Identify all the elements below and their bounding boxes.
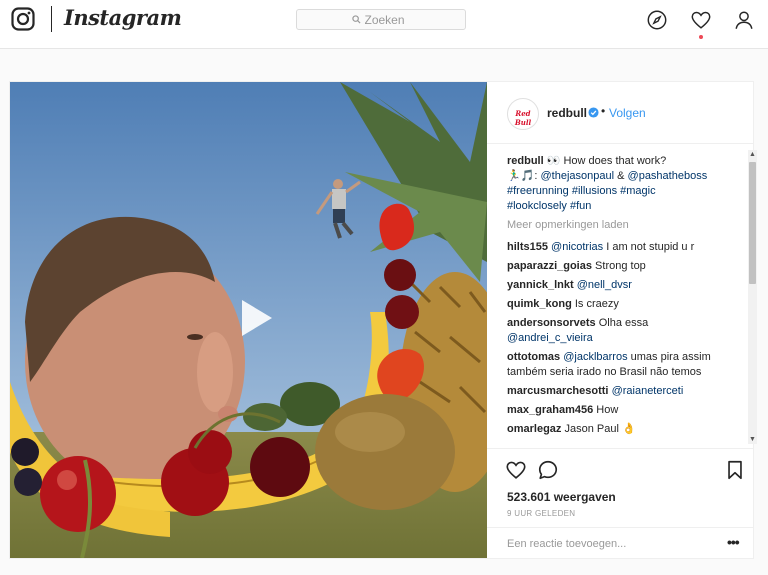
follow-button[interactable]: Volgen	[609, 106, 646, 120]
comment-mention[interactable]: @nell_dvsr	[577, 279, 632, 291]
add-comment-section: •••	[487, 527, 753, 560]
verified-badge-icon	[588, 107, 599, 118]
scroll-up-arrow-icon[interactable]: ▲	[748, 150, 757, 159]
post-sidebar: Red Bull redbull • Volgen redbull 👀 How …	[487, 82, 757, 559]
comment: hilts155 @nicotrias I am not stupid u r	[507, 240, 733, 255]
comment-text: Olha essa	[598, 317, 649, 329]
avatar[interactable]: Red Bull	[507, 98, 539, 130]
logo-divider	[51, 6, 52, 32]
bookmark-icon[interactable]	[724, 459, 746, 481]
search-icon	[351, 15, 361, 24]
comment-bubble-icon[interactable]	[537, 459, 559, 481]
header-separator: •	[601, 104, 606, 118]
compass-icon[interactable]	[646, 9, 668, 31]
hashtag[interactable]: #freerunning	[507, 185, 569, 197]
comment-text: I am not stupid u r	[603, 241, 695, 253]
comment-username[interactable]: ottotomas	[507, 351, 560, 363]
comment-username[interactable]: andersonsorvets	[507, 317, 596, 329]
comment-username[interactable]: marcusmarchesotti	[507, 385, 609, 397]
profile-icon[interactable]	[733, 9, 755, 31]
post-video[interactable]	[10, 82, 487, 558]
heart-icon[interactable]	[690, 9, 712, 31]
caption-amp: &	[614, 170, 628, 182]
instagram-glyph-icon[interactable]	[11, 7, 35, 31]
comment-mention[interactable]: @jacklbarros	[563, 351, 627, 363]
play-button-icon[interactable]	[226, 292, 278, 344]
comment-username[interactable]: omarlegaz	[507, 423, 561, 435]
post-actions: 523.601 weergaven 9 UUR GELEDEN •••	[487, 448, 753, 559]
avatar-logo-text: Red Bull	[514, 109, 532, 127]
hashtag[interactable]: #fun	[570, 200, 591, 212]
comment-text: Strong top	[595, 260, 646, 272]
scroll-down-arrow-icon[interactable]: ▼	[748, 435, 757, 444]
comment-username[interactable]: yannick_lnkt	[507, 279, 574, 291]
comment-text: How	[596, 404, 619, 416]
caption: redbull 👀 How does that work? 🏃‍♂️🎵: @th…	[507, 154, 733, 214]
comment-mention[interactable]: @raianeterceti	[612, 385, 684, 397]
instagram-wordmark[interactable]: Instagram	[64, 5, 182, 30]
comment-text: Is craezy	[574, 298, 619, 310]
comments-scrollbar[interactable]: ▲ ▼	[748, 150, 757, 444]
like-heart-icon[interactable]	[505, 459, 527, 481]
comment-username[interactable]: paparazzi_goias	[507, 260, 592, 272]
hashtag[interactable]: #lookclosely	[507, 200, 567, 212]
comment: andersonsorvets Olha essa @andrei_c_viei…	[507, 316, 733, 346]
comment-username[interactable]: max_graham456	[507, 404, 593, 416]
notification-dot	[699, 35, 703, 39]
comment: paparazzi_goias Strong top	[507, 259, 733, 274]
add-comment-input[interactable]	[507, 536, 707, 552]
scrollbar-thumb[interactable]	[749, 162, 756, 284]
search-box[interactable]	[296, 9, 466, 30]
caption-text: 👀 How does that work?	[546, 155, 667, 167]
comment: omarlegaz Jason Paul 👌	[507, 422, 733, 437]
comment: yannick_lnkt @nell_dvsr	[507, 278, 733, 293]
header-username[interactable]: redbull	[547, 106, 587, 120]
view-count[interactable]: 523.601 weergaven	[507, 490, 616, 504]
caption-username[interactable]: redbull	[507, 155, 544, 167]
hashtag[interactable]: #illusions	[572, 185, 617, 197]
post-header: Red Bull redbull • Volgen	[487, 82, 753, 144]
comments-list: redbull 👀 How does that work? 🏃‍♂️🎵: @th…	[507, 154, 733, 448]
comment: ottotomas @jacklbarros umas pira assim t…	[507, 350, 733, 380]
comment-mention[interactable]: @andrei_c_vieira	[507, 332, 593, 344]
hashtag[interactable]: #magic	[620, 185, 655, 197]
comment: max_graham456 How	[507, 403, 733, 418]
search-input[interactable]	[364, 12, 411, 27]
comment-username[interactable]: quimk_kong	[507, 298, 572, 310]
caption-credit: 🏃‍♂️🎵:	[507, 170, 541, 182]
top-navigation: Instagram	[0, 0, 768, 49]
comment-mention[interactable]: @nicotrias	[551, 241, 603, 253]
comment-text: Jason Paul 👌	[564, 423, 636, 435]
caption-mention-1[interactable]: @thejasonpaul	[541, 170, 615, 182]
more-options-icon[interactable]: •••	[727, 534, 740, 550]
comment: marcusmarchesotti @raianeterceti	[507, 384, 733, 399]
load-more-comments[interactable]: Meer opmerkingen laden	[507, 218, 733, 233]
caption-mention-2[interactable]: @pashatheboss	[628, 170, 708, 182]
comment: quimk_kong Is craezy	[507, 297, 733, 312]
post-timestamp[interactable]: 9 UUR GELEDEN	[507, 509, 575, 518]
post-card: Red Bull redbull • Volgen redbull 👀 How …	[9, 81, 757, 559]
comment-username[interactable]: hilts155	[507, 241, 548, 253]
